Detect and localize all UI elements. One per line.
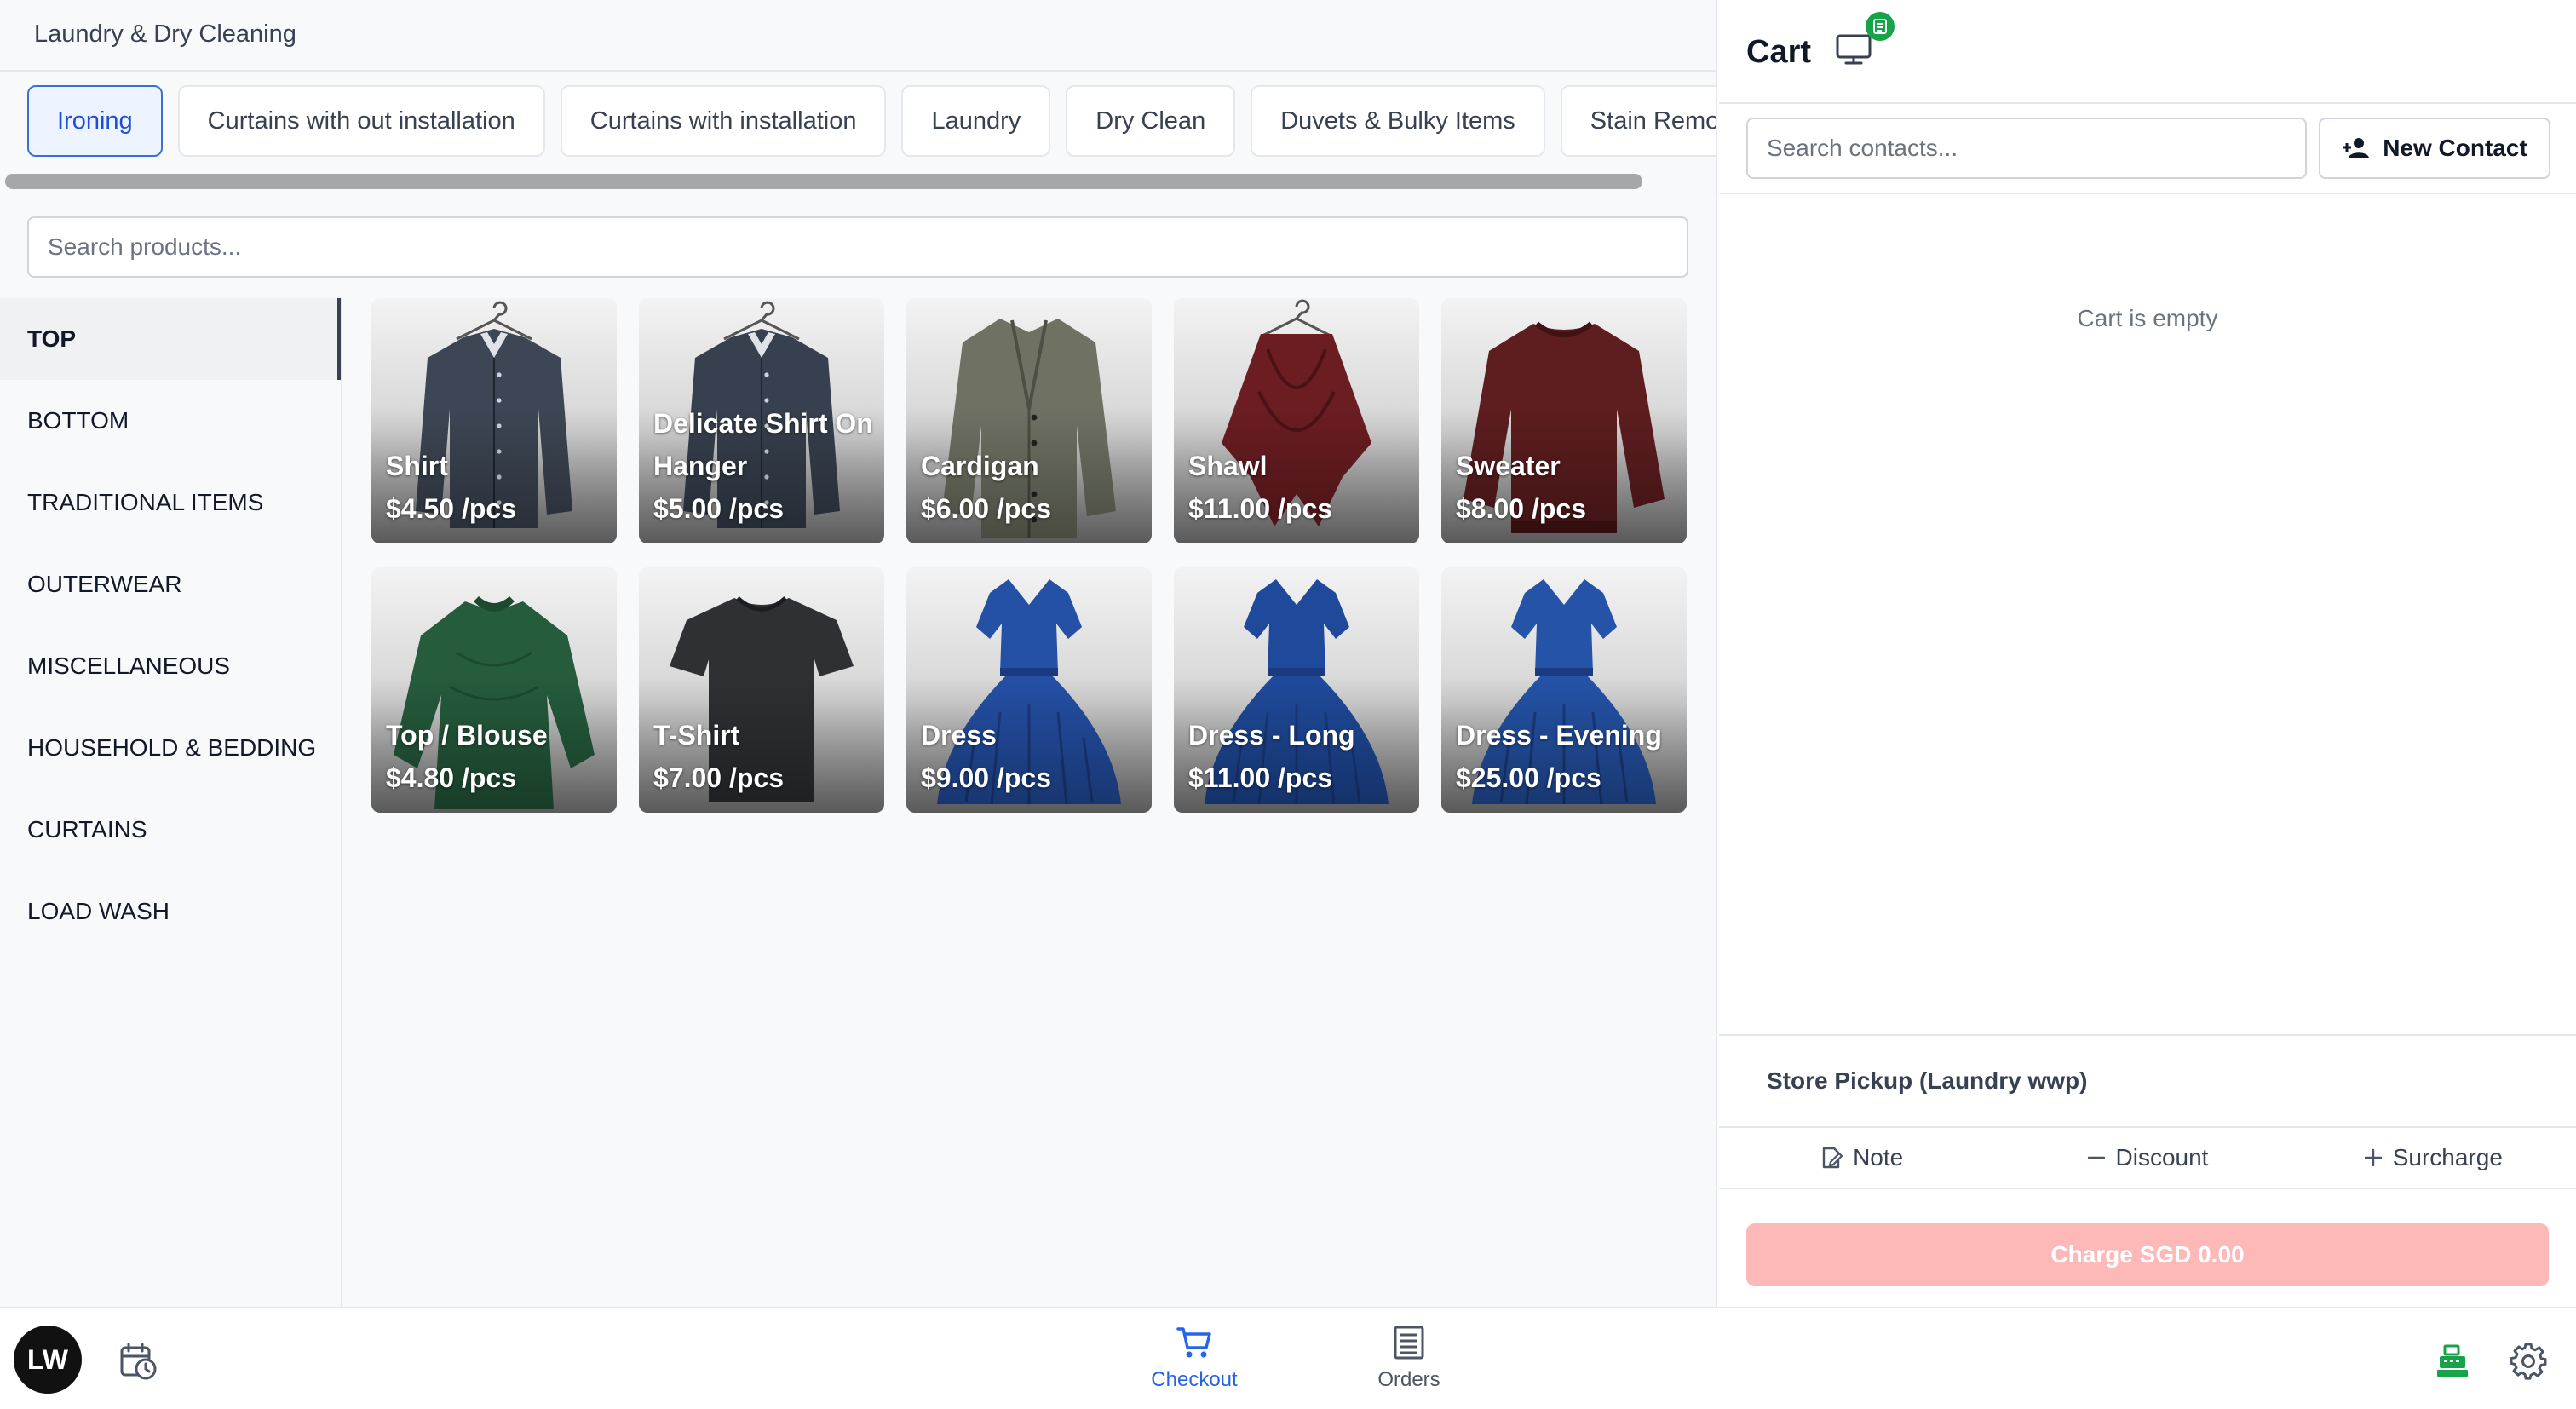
product-price: $4.80 /pcs — [386, 762, 516, 793]
display-icon[interactable] — [1835, 32, 1872, 66]
pickup-selector[interactable]: Store Pickup (Laundry wwp) — [1719, 1034, 2576, 1126]
category-list: TOP BOTTOM TRADITIONAL ITEMS OUTERWEAR M… — [0, 298, 342, 1307]
product-name: Delicate Shirt On Hanger — [653, 408, 873, 481]
product-name: Dress — [921, 720, 997, 751]
add-person-icon — [2343, 138, 2370, 158]
product-price: $5.00 /pcs — [653, 493, 784, 524]
note-label: Note — [1853, 1144, 1904, 1170]
service-tabs: Ironing Curtains with out installation C… — [27, 85, 1716, 157]
product-search-input[interactable] — [27, 216, 1688, 278]
product-card[interactable]: Dress $9.00 /pcs — [906, 567, 1152, 813]
charge-button[interactable]: Charge SGD 0.00 — [1746, 1223, 2549, 1286]
minus-icon — [2087, 1156, 2105, 1159]
product-price: $11.00 /pcs — [1188, 493, 1333, 524]
category-outerwear[interactable]: OUTERWEAR — [0, 543, 341, 625]
product-name: Top / Blouse — [386, 720, 548, 751]
product-price: $9.00 /pcs — [921, 762, 1051, 793]
nav-orders[interactable]: Orders — [1341, 1324, 1477, 1406]
product-price: $8.00 /pcs — [1456, 493, 1586, 524]
product-name: Shawl — [1188, 451, 1268, 481]
product-name: T-Shirt — [653, 720, 740, 751]
category-miscellaneous[interactable]: MISCELLANEOUS — [0, 625, 341, 707]
product-card[interactable]: Dress - Evening $25.00 /pcs — [1441, 567, 1687, 813]
product-card[interactable]: Top / Blouse $4.80 /pcs — [371, 567, 617, 813]
discount-label: Discount — [2115, 1144, 2209, 1170]
avatar[interactable]: LW — [14, 1326, 82, 1394]
product-price: $4.50 /pcs — [386, 493, 516, 524]
cart-header: Cart — [1719, 0, 2576, 104]
product-price: $25.00 /pcs — [1456, 762, 1601, 793]
nav-orders-label: Orders — [1377, 1368, 1440, 1391]
divider — [1719, 193, 2576, 194]
tab-curtains-with-installation[interactable]: Curtains with installation — [560, 85, 887, 157]
list-icon — [1873, 19, 1887, 34]
category-curtains[interactable]: CURTAINS — [0, 789, 341, 871]
category-bottom[interactable]: BOTTOM — [0, 380, 341, 462]
discount-button[interactable]: Discount — [2004, 1128, 2290, 1188]
new-contact-button[interactable]: New Contact — [2319, 118, 2550, 179]
cart-title: Cart — [1746, 34, 1812, 70]
settings-icon[interactable] — [2510, 1343, 2547, 1380]
new-contact-label: New Contact — [2383, 135, 2527, 161]
product-price: $7.00 /pcs — [653, 762, 784, 793]
tabs-scrollbar[interactable] — [5, 174, 1642, 189]
tab-laundry[interactable]: Laundry — [901, 85, 1051, 157]
tab-curtains-without-installation[interactable]: Curtains with out installation — [177, 85, 545, 157]
products-pane: Laundry & Dry Cleaning Ironing Curtains … — [0, 0, 1717, 1307]
category-household-bedding[interactable]: HOUSEHOLD & BEDDING — [0, 707, 341, 789]
product-card[interactable]: Shirt $4.50 /pcs — [371, 298, 617, 543]
tab-duvets-bulky-items[interactable]: Duvets & Bulky Items — [1251, 85, 1545, 157]
cart-empty-message: Cart is empty — [2077, 305, 2218, 331]
product-grid: Shirt $4.50 /pcs Delicate Shirt On Hange… — [371, 298, 1687, 813]
cart-pane: Cart New Contact Cart is empty Store Pic — [1719, 0, 2576, 1307]
product-price: $11.00 /pcs — [1188, 762, 1333, 793]
product-name: Sweater — [1456, 451, 1561, 481]
tab-stain-removal[interactable]: Stain Removal — [1560, 85, 1716, 157]
tab-dry-clean[interactable]: Dry Clean — [1066, 85, 1236, 157]
product-price: $6.00 /pcs — [921, 493, 1051, 524]
category-top[interactable]: TOP — [0, 298, 341, 380]
cart-icon — [1176, 1327, 1211, 1358]
product-card[interactable]: Dress - Long $11.00 /pcs — [1174, 567, 1419, 813]
history-icon[interactable] — [118, 1341, 158, 1382]
product-name: Dress - Long — [1188, 720, 1355, 751]
product-card[interactable]: Shawl $11.00 /pcs — [1174, 298, 1419, 543]
surcharge-button[interactable]: Surcharge — [2291, 1128, 2576, 1188]
nav-checkout-label: Checkout — [1151, 1368, 1238, 1391]
status-badge-icon — [1866, 12, 1895, 41]
product-card[interactable]: Sweater $8.00 /pcs — [1441, 298, 1687, 543]
store-title: Laundry & Dry Cleaning — [34, 20, 296, 48]
pickup-label: Store Pickup (Laundry wwp) — [1767, 1067, 2088, 1094]
tab-ironing[interactable]: Ironing — [27, 85, 163, 157]
product-name: Shirt — [386, 451, 448, 481]
note-button[interactable]: Note — [1719, 1128, 2004, 1188]
nav-checkout[interactable]: Checkout — [1126, 1324, 1262, 1406]
note-icon — [1822, 1147, 1843, 1169]
bottom-nav: LW Checkout Orders — [0, 1307, 2576, 1409]
service-tabbar: Ironing Curtains with out installation C… — [0, 70, 1716, 172]
orders-icon — [1394, 1326, 1424, 1360]
contact-search-input[interactable] — [1746, 118, 2307, 179]
product-name: Cardigan — [921, 451, 1039, 481]
product-card[interactable]: Delicate Shirt On Hanger $5.00 /pcs — [639, 298, 884, 543]
product-card[interactable]: T-Shirt $7.00 /pcs — [639, 567, 884, 813]
product-card[interactable]: Cardigan $6.00 /pcs — [906, 298, 1152, 543]
cart-actions: Note Discount Surcharge — [1719, 1126, 2576, 1189]
plus-icon — [2364, 1148, 2382, 1167]
category-traditional-items[interactable]: TRADITIONAL ITEMS — [0, 462, 341, 543]
product-name: Dress - Evening — [1456, 720, 1662, 751]
register-icon[interactable] — [2435, 1343, 2472, 1380]
category-load-wash[interactable]: LOAD WASH — [0, 871, 341, 952]
surcharge-label: Surcharge — [2392, 1144, 2503, 1170]
